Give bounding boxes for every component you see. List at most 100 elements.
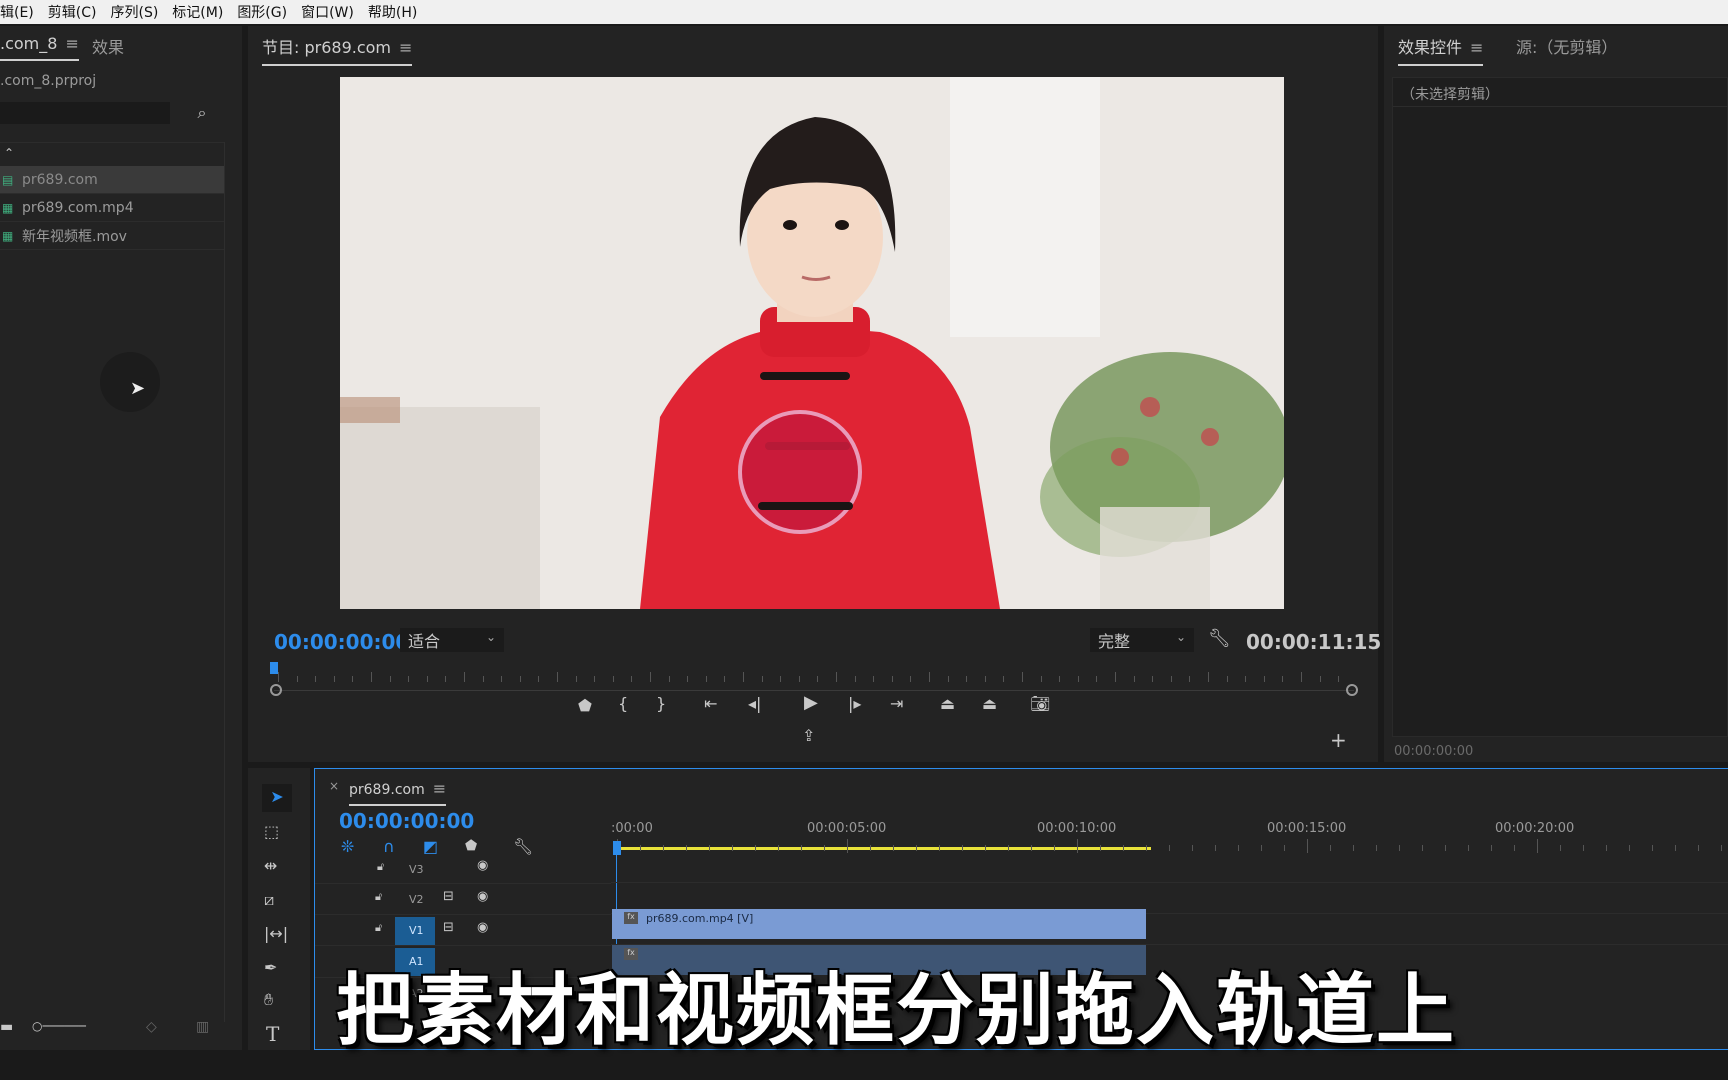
mark-in-icon[interactable]: {	[618, 696, 628, 712]
ruler-tick	[333, 676, 335, 682]
nest-toggle-icon[interactable]: ❊	[341, 839, 354, 855]
slip-tool-icon[interactable]: |↔|	[264, 926, 288, 942]
list-item[interactable]: ▦ pr689.com.mp4	[0, 194, 225, 222]
eye-icon[interactable]: ◉	[477, 921, 488, 934]
go-to-in-icon[interactable]: ⇤	[704, 696, 717, 712]
button-editor-plus-icon[interactable]: +	[1330, 730, 1347, 750]
lock-icon[interactable]: 🔓︎	[375, 891, 382, 902]
list-item[interactable]: ▦ 新年视频框.mov	[0, 222, 225, 250]
video-clip[interactable]: fx pr689.com.mp4 [V]	[612, 909, 1146, 939]
playhead-marker[interactable]	[270, 662, 278, 674]
menu-clip[interactable]: 剪辑(C)	[48, 2, 97, 22]
lock-icon[interactable]: 🔓︎	[375, 922, 382, 933]
timeline-ruler[interactable]: :00:00 00:00:05:00 00:00:10:00 00:00:15:…	[611, 821, 1728, 861]
track-select-tool-icon[interactable]: ⬚	[264, 824, 279, 840]
sync-lock-icon[interactable]: ⊟	[443, 890, 454, 903]
plant-flower	[1111, 448, 1129, 466]
close-sequence-icon[interactable]: ×	[329, 779, 339, 793]
ruler-tick	[1583, 845, 1584, 851]
selection-tool-icon[interactable]: ➤	[262, 784, 292, 812]
ruler-tick	[631, 676, 633, 682]
ruler-tick	[1319, 676, 1321, 682]
tab-project[interactable]: .com_8 ≡	[0, 34, 79, 61]
automate-icon[interactable]: ▥	[196, 1020, 209, 1034]
zoom-slider[interactable]: ○──────	[32, 1020, 120, 1032]
play-icon[interactable]: ▶	[804, 694, 818, 712]
pen-tool-icon[interactable]: ✒︎	[264, 960, 277, 976]
search-input[interactable]	[0, 102, 170, 124]
tab-project-label: .com_8	[0, 34, 58, 53]
mark-out-icon[interactable]: }	[656, 696, 666, 712]
ruler-tick	[780, 676, 782, 682]
sort-up-icon[interactable]: ⌃	[4, 147, 14, 159]
menu-markers[interactable]: 标记(M)	[172, 2, 223, 22]
export-frame-camera-icon[interactable]: 📷︎	[1030, 696, 1050, 712]
panel-menu-icon[interactable]: ≡	[1470, 38, 1483, 57]
tab-sequence[interactable]: pr689.com ≡	[349, 779, 447, 806]
extract-icon[interactable]: ⏏	[982, 696, 997, 712]
ruler-end-handle[interactable]	[1346, 684, 1358, 696]
list-view-icon[interactable]: ▬	[0, 1020, 13, 1034]
razor-tool-icon[interactable]: ⧄	[264, 892, 274, 908]
ruler-tick	[1226, 676, 1228, 682]
eye-icon[interactable]: ◉	[477, 890, 488, 903]
eye-icon[interactable]: ◉	[477, 859, 488, 872]
menu-help[interactable]: 帮助(H)	[368, 2, 417, 22]
ripple-edit-tool-icon[interactable]: ⇹	[264, 858, 277, 874]
sync-lock-icon[interactable]: ⊟	[443, 921, 454, 934]
hand-tool-icon[interactable]: ✋︎	[264, 992, 273, 1008]
menu-sequence[interactable]: 序列(S)	[110, 2, 158, 22]
ruler-start-handle[interactable]	[270, 684, 282, 696]
menu-edit[interactable]: 编辑(E)	[0, 2, 34, 22]
list-item[interactable]: ▤ pr689.com	[0, 166, 225, 194]
chevron-down-icon: ⌄	[1175, 630, 1186, 644]
ruler-tick	[1040, 676, 1042, 682]
add-marker-icon[interactable]: ⬟	[578, 698, 592, 714]
linked-selection-icon[interactable]: ◩	[423, 839, 438, 855]
tab-effects[interactable]: 效果	[92, 34, 124, 58]
ruler-tick	[1514, 845, 1515, 851]
bin-search-icon[interactable]: ⌕	[192, 105, 212, 121]
quality-dropdown[interactable]: 完整 ⌄	[1090, 628, 1194, 652]
timeline-timecode[interactable]: 00:00:00:00	[339, 809, 474, 833]
ruler-tick	[538, 676, 540, 682]
snap-magnet-icon[interactable]: ∩	[383, 839, 395, 855]
tab-effect-controls[interactable]: 效果控件 ≡	[1398, 34, 1484, 66]
menu-graphics[interactable]: 图形(G)	[237, 2, 287, 22]
panel-menu-icon[interactable]: ≡	[433, 779, 446, 798]
ruler-label: 00:00:05:00	[807, 821, 887, 836]
ruler-tick	[612, 676, 614, 682]
ruler-tick	[761, 676, 763, 682]
step-back-icon[interactable]: ◂|	[748, 696, 761, 712]
work-area-bar[interactable]	[617, 847, 1151, 850]
frog-button	[758, 502, 853, 510]
menu-window[interactable]: 窗口(W)	[301, 2, 354, 22]
fit-dropdown[interactable]: 适合 ⌄	[400, 628, 504, 652]
list-scroll-track[interactable]	[224, 142, 225, 1022]
ruler-tick	[1077, 839, 1078, 853]
sequence-icon: ▤	[2, 172, 14, 187]
lock-icon[interactable]: 🔓︎	[377, 861, 384, 872]
ruler-label: 00:00:20:00	[1495, 821, 1575, 836]
panel-menu-icon[interactable]: ≡	[65, 34, 78, 53]
project-panel: .com_8 ≡ 效果 .com_8.prproj ⌕ ⌃ ▤ pr689.com…	[0, 26, 242, 1050]
go-to-out-icon[interactable]: ⇥	[890, 696, 903, 712]
lift-icon[interactable]: ⏏	[940, 696, 955, 712]
ruler-tick	[668, 676, 670, 682]
ruler-tick	[1491, 845, 1492, 851]
timeline-playhead[interactable]	[613, 841, 621, 855]
step-forward-icon[interactable]: |▸	[848, 696, 861, 712]
ruler-tick	[1123, 845, 1124, 851]
tab-source[interactable]: 源:（无剪辑）	[1516, 34, 1617, 58]
program-timecode-current[interactable]: 00:00:00:00	[274, 630, 409, 654]
ruler-tick	[1468, 845, 1469, 851]
settings-wrench-icon[interactable]: 🔧︎	[1208, 630, 1231, 648]
ruler-tick	[947, 676, 949, 682]
sort-icon[interactable]: ◇	[146, 1020, 157, 1034]
add-marker-icon[interactable]: ⬟	[465, 839, 477, 853]
panel-menu-icon[interactable]: ≡	[399, 38, 412, 57]
type-tool-icon[interactable]: T	[266, 1024, 279, 1044]
ruler-tick	[371, 672, 372, 682]
share-export-icon[interactable]: ⇪	[802, 728, 815, 744]
timeline-settings-wrench-icon[interactable]: 🔧︎	[513, 839, 533, 855]
